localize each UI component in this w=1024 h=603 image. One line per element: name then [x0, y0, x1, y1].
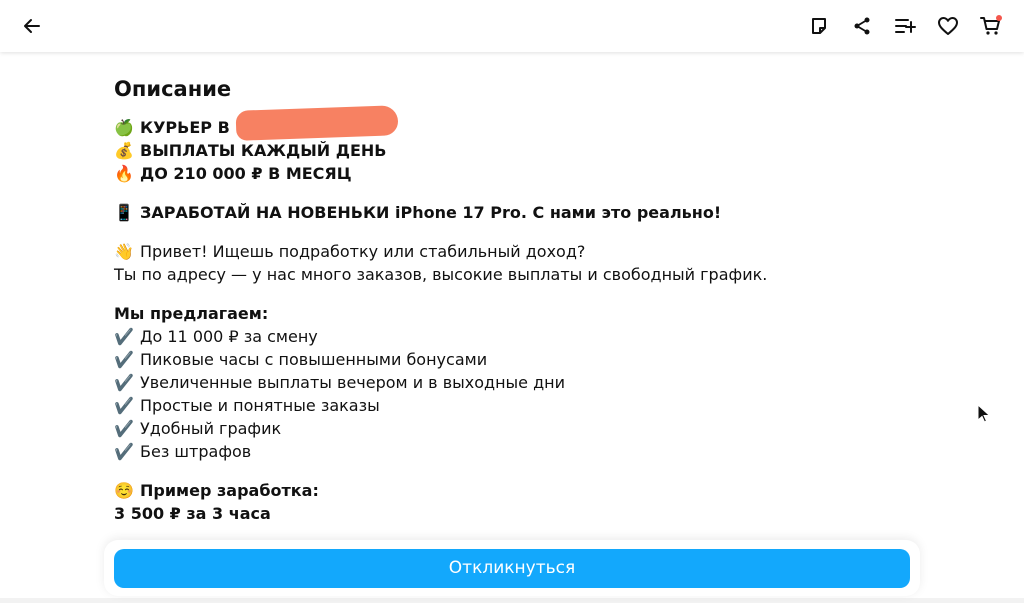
section-heading: Пример заработка: [140, 481, 319, 500]
line-text: Пиковые часы с повышенными бонусами [140, 350, 488, 369]
description-body: 🍏 КУРЬЕР В 💰 ВЫПЛАТЫ КАЖДЫЙ ДЕНЬ 🔥 ДО 210 0… [114, 116, 914, 525]
share-icon [854, 17, 869, 35]
description-line: 🍏 КУРЬЕР В [114, 116, 914, 139]
top-app-bar [0, 0, 1024, 52]
description-line: 🔥 ДО 210 000 ₽ В МЕСЯЦ [114, 162, 914, 185]
check-icon: ✔️ [114, 373, 134, 392]
description-line: 💰 ВЫПЛАТЫ КАЖДЫЙ ДЕНЬ [114, 139, 914, 162]
description-line: 📱 ЗАРАБОТАЙ НА НОВЕНЬКИ iPhone 17 Pro. С … [114, 201, 914, 224]
redaction-mark [235, 105, 399, 141]
description-title: Описание [114, 77, 232, 101]
line-text: До 11 000 ₽ за смену [140, 327, 318, 346]
line-text: Увеличенные выплаты вечером и в выходные… [140, 373, 566, 392]
benefit-item: ✔️ Удобный график [114, 417, 914, 440]
line-text: ДО 210 000 ₽ В МЕСЯЦ [140, 164, 352, 183]
mouse-cursor-icon [977, 404, 991, 423]
description-line: Мы предлагаем: [114, 302, 914, 325]
header-actions [797, 6, 1012, 46]
bottom-divider [0, 598, 1024, 603]
line-text: КУРЬЕР В [140, 118, 230, 137]
check-icon: ✔️ [114, 350, 134, 369]
respond-button[interactable]: Откликнуться [114, 548, 910, 588]
benefit-item: ✔️ Без штрафов [114, 440, 914, 463]
check-icon: ✔️ [114, 442, 134, 461]
line-text: ВЫПЛАТЫ КАЖДЫЙ ДЕНЬ [140, 141, 387, 160]
share-button[interactable] [840, 6, 883, 46]
check-icon: ✔️ [114, 396, 134, 415]
line-text: Без штрафов [140, 442, 252, 461]
line-text: Привет! Ищешь подработку или стабильный … [140, 242, 586, 261]
description-line: 👋 Привет! Ищешь подработку или стабильный… [114, 240, 914, 263]
back-button[interactable] [12, 6, 52, 46]
line-text: 3 500 ₽ за 3 часа [114, 504, 271, 523]
compare-button[interactable] [883, 6, 926, 46]
description-section: Описание 🍏 КУРЬЕР В 💰 ВЫПЛАТЫ КАЖДЫЙ ДЕНЬ … [114, 76, 914, 525]
line-text: Удобный график [140, 419, 282, 438]
benefit-item: ✔️ До 11 000 ₽ за смену [114, 325, 914, 348]
arrow-left-icon [24, 19, 40, 33]
line-text: Простые и понятные заказы [140, 396, 380, 415]
note-icon [811, 18, 826, 34]
favorite-button[interactable] [926, 6, 969, 46]
benefit-item: ✔️ Увеличенные выплаты вечером и в выходн… [114, 371, 914, 394]
fire-emoji: 🔥 [114, 164, 134, 183]
benefit-item: ✔️ Пиковые часы с повышенными бонусами [114, 348, 914, 371]
cta-bar: Откликнуться [104, 540, 920, 596]
wave-emoji: 👋 [114, 242, 134, 261]
line-text: Ты по адресу — у нас много заказов, высо… [114, 265, 768, 284]
phone-emoji: 📱 [114, 203, 134, 222]
description-line: 3 500 ₽ за 3 часа [114, 502, 914, 525]
cart-button[interactable] [969, 6, 1012, 46]
line-text: ЗАРАБОТАЙ НА НОВЕНЬКИ iPhone 17 Pro. С н… [140, 203, 722, 222]
benefit-item: ✔️ Простые и понятные заказы [114, 394, 914, 417]
description-line: ☺️ Пример заработка: [114, 479, 914, 502]
money-bag-emoji: 💰 [114, 141, 134, 160]
description-line: Ты по адресу — у нас много заказов, высо… [114, 263, 914, 286]
heart-icon [937, 17, 958, 35]
note-button[interactable] [797, 6, 840, 46]
cart-badge [996, 15, 1002, 21]
apple-emoji: 🍏 [114, 118, 134, 137]
section-heading: Мы предлагаем: [114, 304, 269, 323]
check-icon: ✔️ [114, 419, 134, 438]
smile-emoji: ☺️ [114, 481, 134, 500]
check-icon: ✔️ [114, 327, 134, 346]
compare-list-icon [894, 19, 916, 33]
